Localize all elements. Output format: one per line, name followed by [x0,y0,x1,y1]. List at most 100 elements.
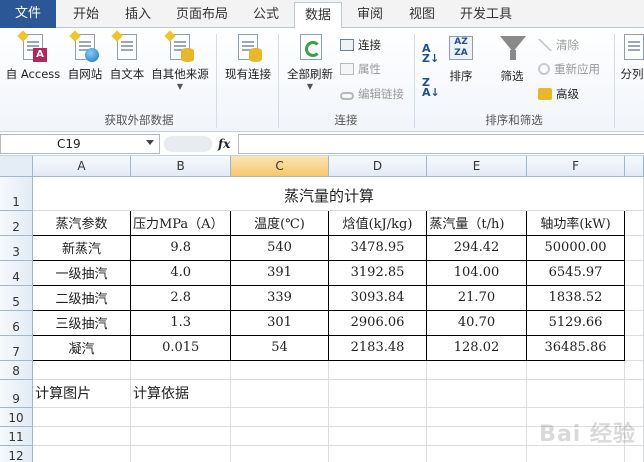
row-header[interactable]: 3 [0,235,34,261]
table-cell[interactable]: 一级抽汽 [32,259,131,286]
cell[interactable] [230,407,329,427]
table-cell[interactable]: 40.70 [426,309,527,336]
table-cell[interactable]: 50000.00 [525,234,626,261]
tab-home[interactable]: 开始 [64,2,108,28]
name-box-dropdown-icon[interactable] [146,140,154,145]
tab-data[interactable]: 数据 [294,2,342,29]
from-web-button[interactable]: 自网站 [64,30,106,82]
table-cell[interactable]: 1.3 [129,309,232,336]
table-cell[interactable]: 2183.48 [327,334,428,361]
tab-insert[interactable]: 插入 [116,2,160,28]
table-cell[interactable]: 0.015 [129,334,232,361]
cell[interactable]: 计算图片 [32,379,131,408]
cell[interactable] [130,407,232,427]
cell[interactable] [624,360,644,380]
cell[interactable] [32,407,131,427]
select-all-corner[interactable] [0,156,34,177]
cell[interactable] [624,310,644,336]
header-cell[interactable]: 蒸汽参数 [32,209,131,236]
row-header[interactable]: 8 [0,360,34,380]
cell[interactable] [624,335,644,361]
cell[interactable] [426,445,527,462]
row-header[interactable]: 2 [0,210,34,236]
cell[interactable] [328,426,428,446]
from-other-sources-button[interactable]: 自其他来源 ▼ [149,30,211,91]
row-header[interactable]: 1 [0,176,34,211]
row-header[interactable]: 11 [0,426,34,446]
refresh-all-button[interactable]: 全部刷新 ▼ [284,32,336,91]
cell[interactable] [230,445,329,462]
table-cell[interactable]: 21.70 [426,284,527,311]
formula-bar-resize-handle[interactable] [164,136,212,152]
connections-button[interactable]: 连接 [340,36,381,54]
tab-developer[interactable]: 开发工具 [452,2,520,28]
advanced-filter-button[interactable]: 高级 [538,85,579,103]
cell[interactable] [328,407,428,427]
edit-links-button[interactable]: 编辑链接 [340,85,404,103]
table-cell[interactable]: 9.8 [129,234,232,261]
column-header-g[interactable] [624,156,644,177]
header-cell[interactable]: 压力MPa（A） [129,209,232,236]
table-cell[interactable]: 6545.97 [525,259,626,286]
cell[interactable] [230,360,329,380]
text-to-columns-button[interactable]: 分列 [620,32,644,82]
existing-connections-button[interactable]: 现有连接 [222,32,274,82]
cell[interactable] [426,426,527,446]
table-cell[interactable]: 3192.85 [327,259,428,286]
cell[interactable] [624,235,644,261]
table-cell[interactable]: 301 [230,309,329,336]
tab-view[interactable]: 视图 [400,2,444,28]
table-cell[interactable]: 新蒸汽 [32,234,131,261]
insert-function-icon[interactable]: fx [218,134,236,154]
tab-formulas[interactable]: 公式 [244,2,288,28]
from-text-button[interactable]: 自文本 [107,30,147,82]
cell[interactable] [624,210,644,236]
row-header[interactable]: 9 [0,379,34,408]
sheet-title-cell[interactable]: 蒸汽量的计算 [32,176,625,211]
column-header-d[interactable]: D [328,156,428,177]
cell[interactable] [32,426,131,446]
cell[interactable] [624,260,644,286]
table-cell[interactable]: 339 [230,284,329,311]
table-cell[interactable]: 36485.86 [525,334,626,361]
cell[interactable] [230,379,329,408]
row-header[interactable]: 6 [0,310,34,336]
cell[interactable] [526,360,626,380]
cell[interactable]: 计算依据 [130,379,232,408]
table-cell[interactable]: 三级抽汽 [32,309,131,336]
cell[interactable] [130,426,232,446]
table-cell[interactable]: 3478.95 [327,234,428,261]
header-cell[interactable]: 温度(℃) [230,209,329,236]
cell[interactable] [426,379,527,408]
cell[interactable] [624,379,644,408]
table-cell[interactable]: 391 [230,259,329,286]
table-cell[interactable]: 2.8 [129,284,232,311]
table-cell[interactable]: 3093.84 [327,284,428,311]
row-header[interactable]: 4 [0,260,34,286]
row-header[interactable]: 5 [0,285,34,311]
column-header-a[interactable]: A [32,156,131,177]
cell[interactable] [32,445,131,462]
tab-page-layout[interactable]: 页面布局 [168,2,236,28]
name-box[interactable]: C19 [0,134,160,154]
table-cell[interactable]: 294.42 [426,234,527,261]
clear-filter-button[interactable]: 清除 [538,36,579,54]
sort-descending-icon[interactable]: Z A↓ [422,77,440,98]
cell[interactable] [230,426,329,446]
table-cell[interactable]: 128.02 [426,334,527,361]
tab-file[interactable]: 文件 [0,0,56,28]
table-cell[interactable]: 1838.52 [525,284,626,311]
header-cell[interactable]: 蒸汽量（t/h) [426,209,527,236]
sort-button[interactable]: AZ ZA 排序 [444,32,478,84]
cell[interactable] [328,445,428,462]
cell[interactable] [328,379,428,408]
cell[interactable] [32,360,131,380]
cell[interactable] [426,360,527,380]
cell[interactable] [526,379,626,408]
table-cell[interactable]: 54 [230,334,329,361]
column-header-e[interactable]: E [426,156,527,177]
cell[interactable] [624,285,644,311]
table-cell[interactable]: 凝汽 [32,334,131,361]
column-header-b[interactable]: B [130,156,232,177]
table-cell[interactable]: 二级抽汽 [32,284,131,311]
